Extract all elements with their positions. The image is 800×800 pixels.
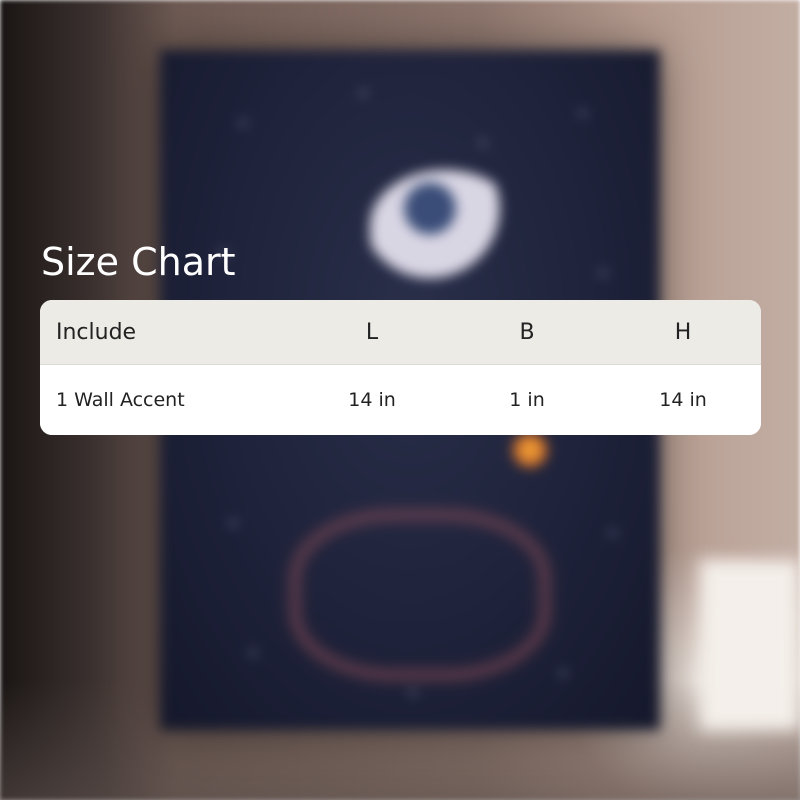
- header-include: Include: [56, 319, 137, 345]
- cell-include: 1 Wall Accent: [56, 389, 185, 411]
- poster-lettering: [290, 510, 550, 680]
- size-table: Include L B H 1 Wall Accent 14 in 1 in 1…: [40, 300, 761, 435]
- background-object: [700, 560, 800, 730]
- astronaut-illustration: [370, 170, 520, 280]
- rocket-flame-illustration: [510, 430, 550, 470]
- table-header-row: Include L B H: [40, 300, 761, 365]
- size-chart-title: Size Chart: [41, 240, 236, 284]
- table-row: 1 Wall Accent 14 in 1 in 14 in: [40, 365, 761, 435]
